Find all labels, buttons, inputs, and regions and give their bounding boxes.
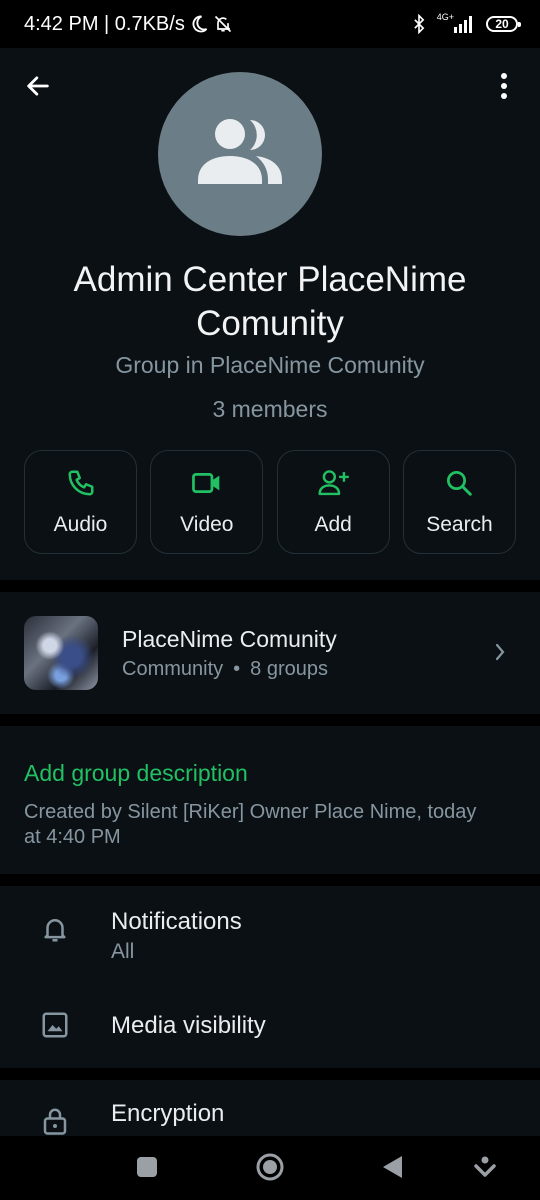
person-add-icon xyxy=(316,468,350,503)
search-button[interactable]: Search xyxy=(402,450,516,554)
bluetooth-icon xyxy=(411,14,427,34)
group-title: Admin Center PlaceNime Comunity xyxy=(73,260,467,343)
bell-off-icon xyxy=(213,14,233,34)
back-button[interactable] xyxy=(20,70,56,106)
bell-icon xyxy=(40,914,70,949)
battery-level: 20 xyxy=(495,17,509,31)
search-label: Search xyxy=(426,512,493,536)
media-visibility-row[interactable]: Media visibility xyxy=(0,986,540,1066)
settings-section: Notifications All Media visibility xyxy=(0,886,540,1068)
community-group-count: 8 groups xyxy=(250,658,328,680)
notifications-row[interactable]: Notifications All xyxy=(0,886,540,982)
assist-button[interactable] xyxy=(470,1154,500,1184)
notifications-label: Notifications xyxy=(111,908,242,935)
created-info: Created by Silent [RiKer] Owner Place Ni… xyxy=(24,801,477,848)
group-subtitle[interactable]: Group in PlaceNime Comunity xyxy=(20,352,520,379)
video-label: Video xyxy=(180,512,234,536)
community-type: Community xyxy=(122,658,224,680)
media-visibility-label: Media visibility xyxy=(111,1012,266,1039)
home-button[interactable] xyxy=(255,1152,285,1187)
description-section: Add group description Created by Silent … xyxy=(0,726,540,874)
separator-dot: • xyxy=(233,658,241,680)
moon-icon xyxy=(189,14,209,34)
encryption-label: Encryption xyxy=(111,1100,225,1127)
audio-label: Audio xyxy=(53,512,108,536)
community-meta: Community • 8 groups xyxy=(122,658,328,681)
group-header: Admin Center PlaceNime Comunity Group in… xyxy=(0,48,540,580)
assist-icon xyxy=(474,1155,496,1184)
status-bar: 4:42 PM | 0.7KB/s 4G+ 20 xyxy=(0,0,540,48)
encryption-row[interactable]: Encryption xyxy=(0,1080,540,1136)
battery-icon: 20 xyxy=(486,16,521,32)
arrow-left-icon xyxy=(24,72,52,105)
member-count: 3 members xyxy=(212,396,328,422)
square-icon xyxy=(135,1155,159,1184)
notifications-value: All xyxy=(111,940,135,963)
video-icon xyxy=(191,468,223,503)
lock-icon xyxy=(40,1106,70,1136)
network-type: 4G+ xyxy=(436,11,454,22)
more-options-button[interactable] xyxy=(486,70,522,106)
system-nav-bar xyxy=(0,1136,540,1200)
community-name: PlaceNime Comunity xyxy=(122,626,337,652)
group-avatar[interactable] xyxy=(158,72,322,236)
add-description-link[interactable]: Add group description xyxy=(24,760,248,787)
status-right: 4G+ 20 xyxy=(411,11,521,34)
video-call-button[interactable]: Video xyxy=(150,450,264,554)
status-left: 4:42 PM | 0.7KB/s xyxy=(24,13,233,36)
audio-call-button[interactable]: Audio xyxy=(24,450,137,554)
back-nav-button[interactable] xyxy=(377,1154,407,1184)
chevron-right-icon xyxy=(494,642,506,667)
signal-icon: 4G+ xyxy=(436,11,476,33)
status-time: 4:42 PM | 0.7KB/s xyxy=(24,12,185,35)
more-vert-icon xyxy=(499,72,509,105)
action-buttons: Audio Video Add Search xyxy=(24,450,516,556)
community-image xyxy=(24,616,98,690)
community-row[interactable]: PlaceNime Comunity Community • 8 groups xyxy=(0,592,540,714)
phone-icon xyxy=(66,468,96,503)
group-icon xyxy=(192,116,288,193)
group-info-screen: 4:42 PM | 0.7KB/s 4G+ 20 Admin Center Pl… xyxy=(0,0,540,1200)
add-member-button[interactable]: Add xyxy=(276,450,390,554)
add-label: Add xyxy=(314,512,352,536)
search-icon xyxy=(444,468,474,503)
recents-button[interactable] xyxy=(132,1154,162,1184)
circle-icon xyxy=(255,1152,285,1187)
encryption-section: Encryption xyxy=(0,1080,540,1136)
triangle-back-icon xyxy=(380,1154,404,1185)
image-icon xyxy=(40,1010,70,1045)
